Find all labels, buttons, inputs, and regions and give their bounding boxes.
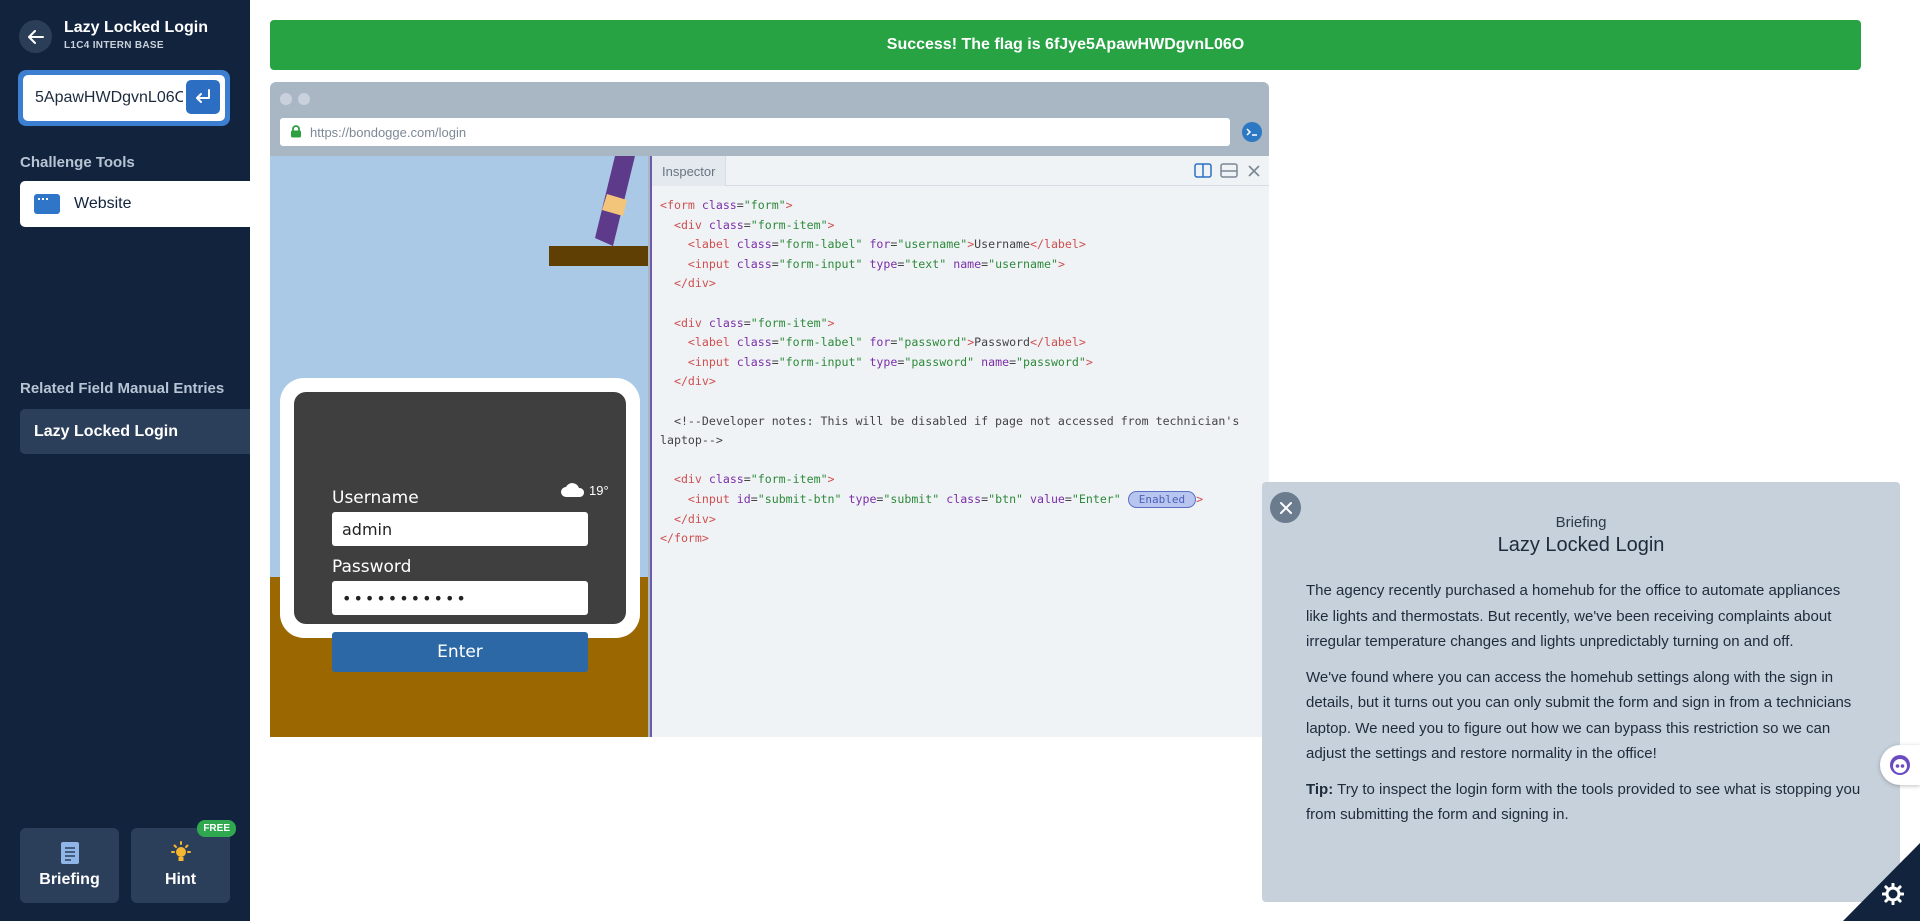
manual-heading: Related Field Manual Entries <box>20 380 225 397</box>
inspector-panel: Inspector <form class="form"> <div class… <box>650 156 1269 737</box>
shelf <box>549 246 648 266</box>
tool-website-label: Website <box>74 195 132 212</box>
tool-website[interactable]: Website <box>20 181 250 227</box>
html-source-code: <form class="form"> <div class="form-ite… <box>660 198 1240 546</box>
lock-icon <box>291 125 301 138</box>
dock-side-icon[interactable] <box>1194 163 1212 178</box>
flag-submit-box <box>18 70 230 126</box>
url-text: https://bondogge.com/login <box>310 124 467 140</box>
gear-icon[interactable] <box>1882 883 1904 905</box>
dock-bottom-icon[interactable] <box>1220 163 1238 178</box>
tab-inspector[interactable]: Inspector <box>652 156 727 186</box>
password-field[interactable]: ••••••••••• <box>332 581 588 615</box>
website-browser-window: https://bondogge.com/login 19° Username … <box>270 82 1269 737</box>
enabled-attribute-badge[interactable]: Enabled <box>1127 490 1197 508</box>
briefing-label: Briefing <box>39 871 100 888</box>
window-dot <box>280 93 292 105</box>
url-bar[interactable]: https://bondogge.com/login <box>280 118 1230 146</box>
challenge-title: Lazy Locked Login <box>64 19 209 36</box>
briefing-paragraph: We've found where you can access the hom… <box>1306 668 1852 763</box>
hub-enter-button[interactable]: Enter <box>332 632 588 672</box>
success-banner: Success! The flag is 6fJye5ApawHWDgvnL06… <box>270 20 1861 70</box>
username-label: Username <box>332 488 419 508</box>
challenge-subtitle: L1C4 INTERN BASE <box>64 40 164 51</box>
back-button[interactable] <box>19 20 52 53</box>
settings-corner <box>1843 843 1920 921</box>
password-label: Password <box>332 557 412 577</box>
inspector-icon <box>1246 128 1257 136</box>
enter-return-icon <box>196 89 210 103</box>
hint-button[interactable]: FREE Hint <box>131 820 236 903</box>
close-inspector-icon[interactable] <box>1248 165 1260 177</box>
weather-widget: 19° <box>560 482 609 498</box>
manual-entry-lazy-locked-login[interactable]: Lazy Locked Login <box>20 409 250 454</box>
flag-input[interactable] <box>35 89 183 107</box>
hanging-pennant-illustration <box>595 156 635 246</box>
free-badge: FREE <box>197 820 236 837</box>
assistant-face-icon <box>1890 755 1910 775</box>
username-field[interactable]: admin <box>332 512 588 546</box>
close-icon <box>1279 501 1292 514</box>
briefing-body: The agency recently purchased a homehub … <box>1306 578 1866 838</box>
page-viewport: 19° Username admin Password ••••••••••• … <box>270 156 648 737</box>
devtools-toggle-button[interactable] <box>1242 122 1262 142</box>
briefing-panel: Briefing Lazy Locked Login The agency re… <box>1262 482 1900 902</box>
lightbulb-icon <box>170 841 191 861</box>
challenge-tools-heading: Challenge Tools <box>20 154 135 171</box>
document-icon <box>60 842 79 864</box>
window-dot <box>298 93 310 105</box>
tip-text: Try to inspect the login form with the t… <box>1306 780 1861 824</box>
hint-label: Hint <box>164 871 197 888</box>
assistant-widget-button[interactable] <box>1880 745 1920 785</box>
cloud-icon <box>561 483 585 497</box>
inspector-tabbar: Inspector <box>652 156 1269 186</box>
briefing-kicker: Briefing <box>1555 514 1607 531</box>
briefing-button[interactable]: Briefing <box>20 828 119 903</box>
tip-label: Tip: <box>1306 780 1334 798</box>
arrow-left-icon <box>27 29 44 44</box>
browser-window-icon <box>34 194 60 214</box>
sidebar: Lazy Locked Login L1C4 INTERN BASE Chall… <box>0 0 250 921</box>
briefing-title: Lazy Locked Login <box>1497 534 1665 556</box>
temperature-readout: 19° <box>589 482 609 498</box>
briefing-tip: Tip: Try to inspect the login form with … <box>1306 777 1866 828</box>
briefing-paragraph: The agency recently purchased a homehub … <box>1306 582 1841 650</box>
submit-flag-button[interactable] <box>186 80 220 114</box>
